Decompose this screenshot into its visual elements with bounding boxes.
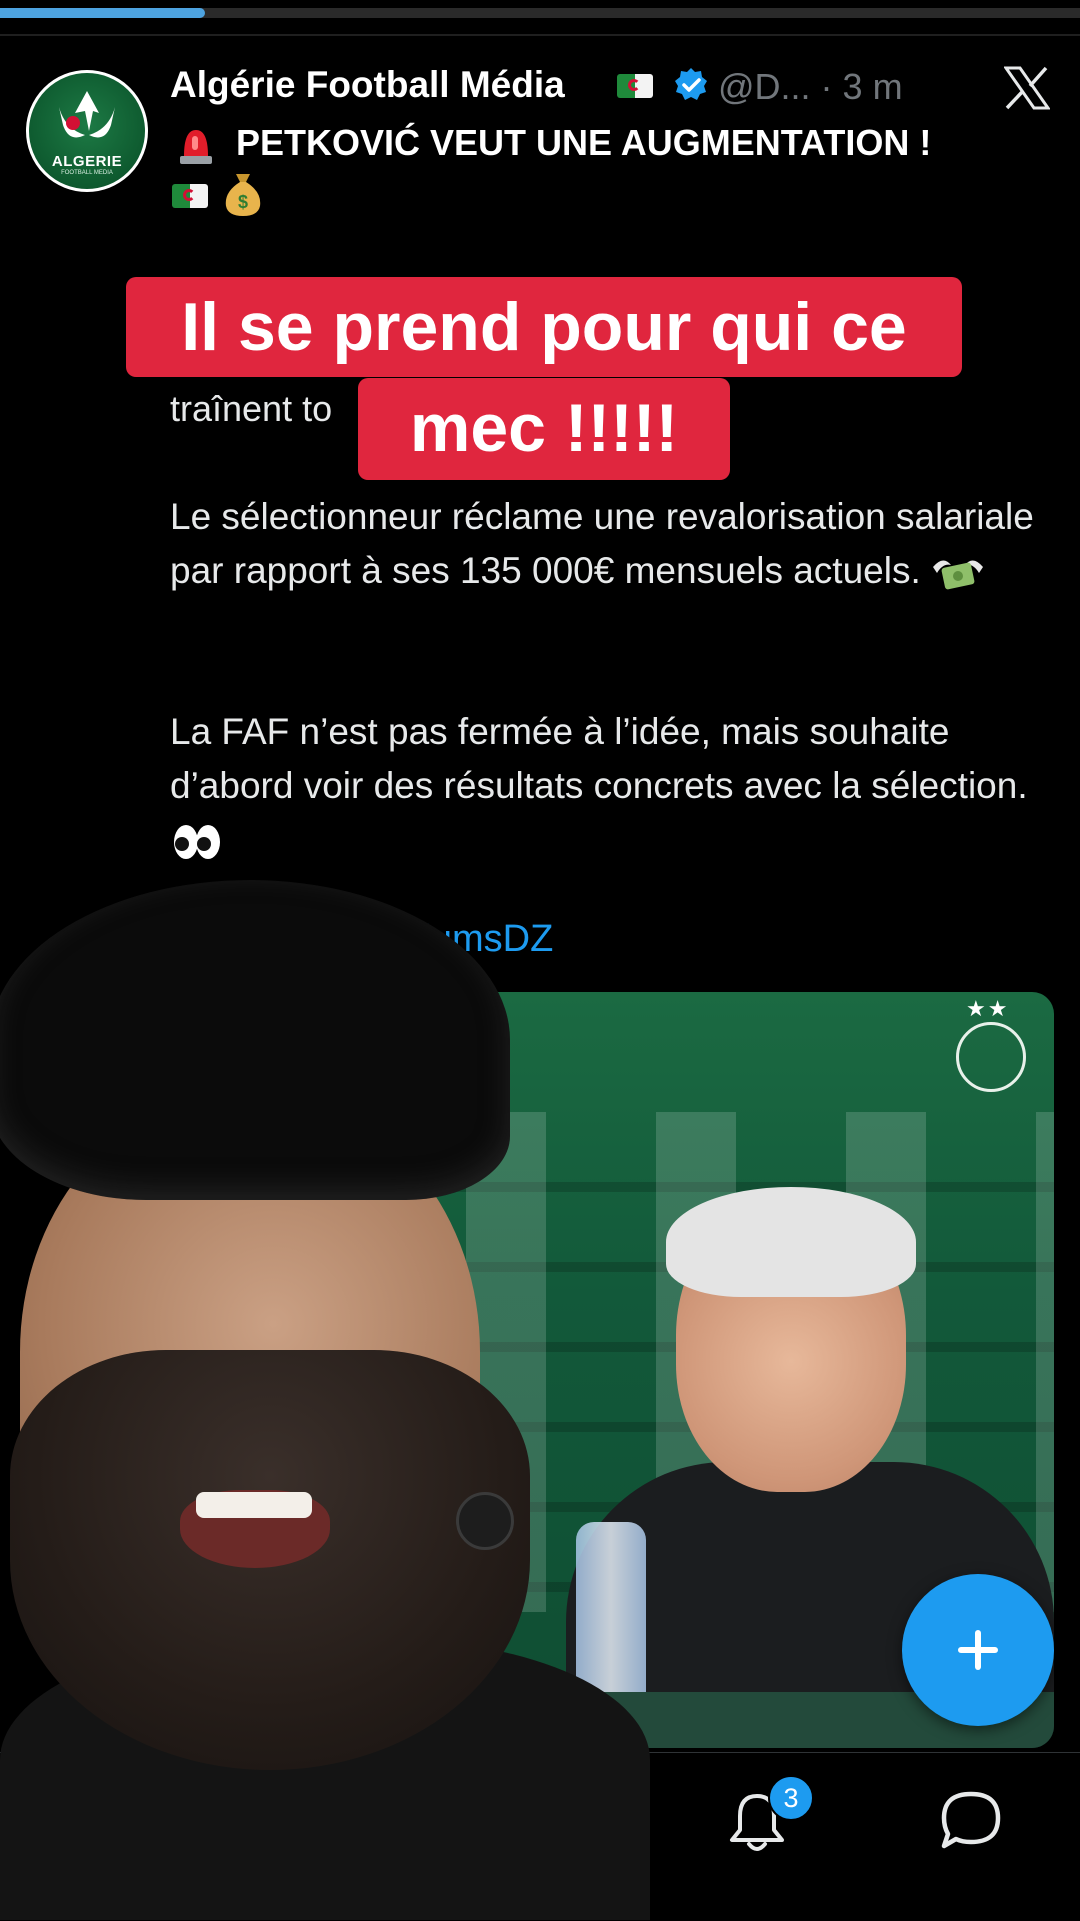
algeria-flag-icon [617, 74, 653, 98]
video-progress-bar[interactable] [0, 8, 1080, 18]
money-with-wings-emoji-icon [933, 560, 984, 590]
paragraph-1-text: Le sélectionneur réclame une revalorisat… [170, 496, 1034, 591]
svg-text:$: $ [238, 192, 248, 212]
microphone [456, 1492, 514, 1550]
eyes-emoji-icon [174, 825, 220, 860]
coach-hair [666, 1187, 916, 1297]
message-bubble-icon[interactable] [938, 1788, 1004, 1852]
algeria-flag-icon [172, 184, 208, 208]
notifications-badge: 3 [768, 1775, 814, 1821]
plus-icon-vertical [975, 1630, 981, 1670]
money-bag-emoji-icon: $ [225, 174, 261, 216]
siren-emoji-icon [180, 130, 212, 164]
creator-webcam-overlay [0, 880, 650, 1920]
creator-cap [0, 880, 510, 1200]
tweet-paragraph-1: Le sélectionneur réclame une revalorisat… [170, 490, 1050, 598]
faf-logo-icon [956, 1022, 1026, 1092]
tweet-partial-line: traînent to [170, 388, 333, 429]
avatar-label: ALGERIE [51, 153, 123, 170]
video-progress-fill [0, 8, 206, 18]
tweet-headline: PETKOVIĆ VEUT UNE AUGMENTATION ! [236, 122, 932, 163]
account-avatar[interactable]: ALGERIE FOOTBALL MEDIA [26, 70, 148, 192]
caption-line-1: Il se prend pour qui ce [126, 277, 962, 377]
tweet-paragraph-2: La FAF n’est pas fermée à l’idée, mais s… [170, 705, 1050, 867]
paragraph-2-text: La FAF n’est pas fermée à l’idée, mais s… [170, 711, 1028, 806]
divider [0, 34, 1080, 36]
avatar-sublabel: FOOTBALL MEDIA [61, 170, 113, 176]
creator-teeth [196, 1492, 312, 1518]
faf-stars: ★★ [966, 996, 1010, 1021]
x-logo-icon[interactable] [1004, 66, 1050, 110]
verified-badge-icon [675, 68, 707, 100]
handle-and-time: @D... · 3 m [718, 66, 903, 107]
compose-button[interactable] [902, 1574, 1054, 1726]
account-name[interactable]: Algérie Football Média [170, 64, 565, 106]
caption-line-2: mec !!!!! [358, 378, 730, 480]
